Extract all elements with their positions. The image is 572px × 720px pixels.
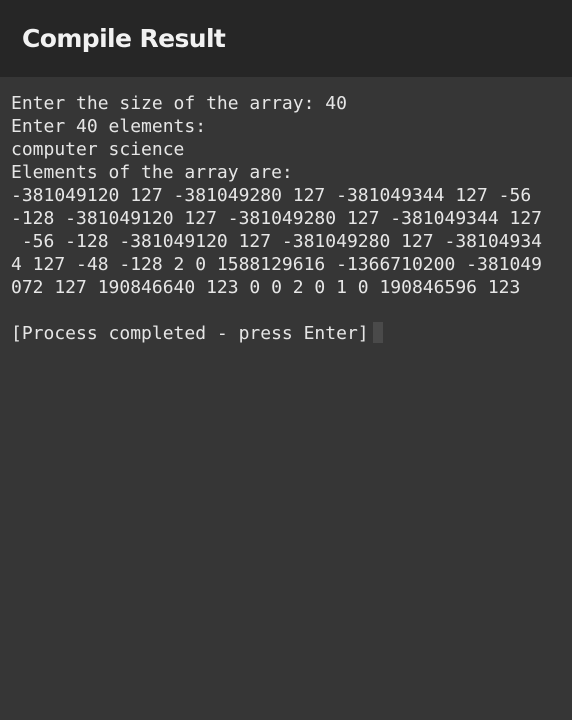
page-title: Compile Result <box>22 24 226 53</box>
process-status-line: [Process completed - press Enter] <box>0 322 572 345</box>
terminal-line: -381049120 127 -381049280 127 -381049344… <box>11 185 532 206</box>
app-header: Compile Result <box>0 0 572 77</box>
terminal-blank-line <box>0 299 572 322</box>
terminal-line: 072 127 190846640 123 0 0 2 0 1 0 190846… <box>11 277 521 298</box>
terminal-lines: Enter the size of the array: 40 Enter 40… <box>0 92 572 345</box>
terminal-line: computer science <box>11 139 185 160</box>
process-status-text: [Process completed - press Enter] <box>11 323 369 344</box>
terminal-line: -128 -381049120 127 -381049280 127 -3810… <box>11 208 543 229</box>
terminal-line: Enter the size of the array: 40 <box>11 93 347 114</box>
text-cursor <box>372 322 383 343</box>
terminal-line: Enter 40 elements: <box>11 116 207 137</box>
compile-result-screen: Compile Result Enter the size of the arr… <box>0 0 572 720</box>
terminal-line: -56 -128 -381049120 127 -381049280 127 -… <box>11 231 543 252</box>
terminal-line: 4 127 -48 -128 2 0 1588129616 -136671020… <box>11 254 543 275</box>
terminal-line: Elements of the array are: <box>11 162 293 183</box>
